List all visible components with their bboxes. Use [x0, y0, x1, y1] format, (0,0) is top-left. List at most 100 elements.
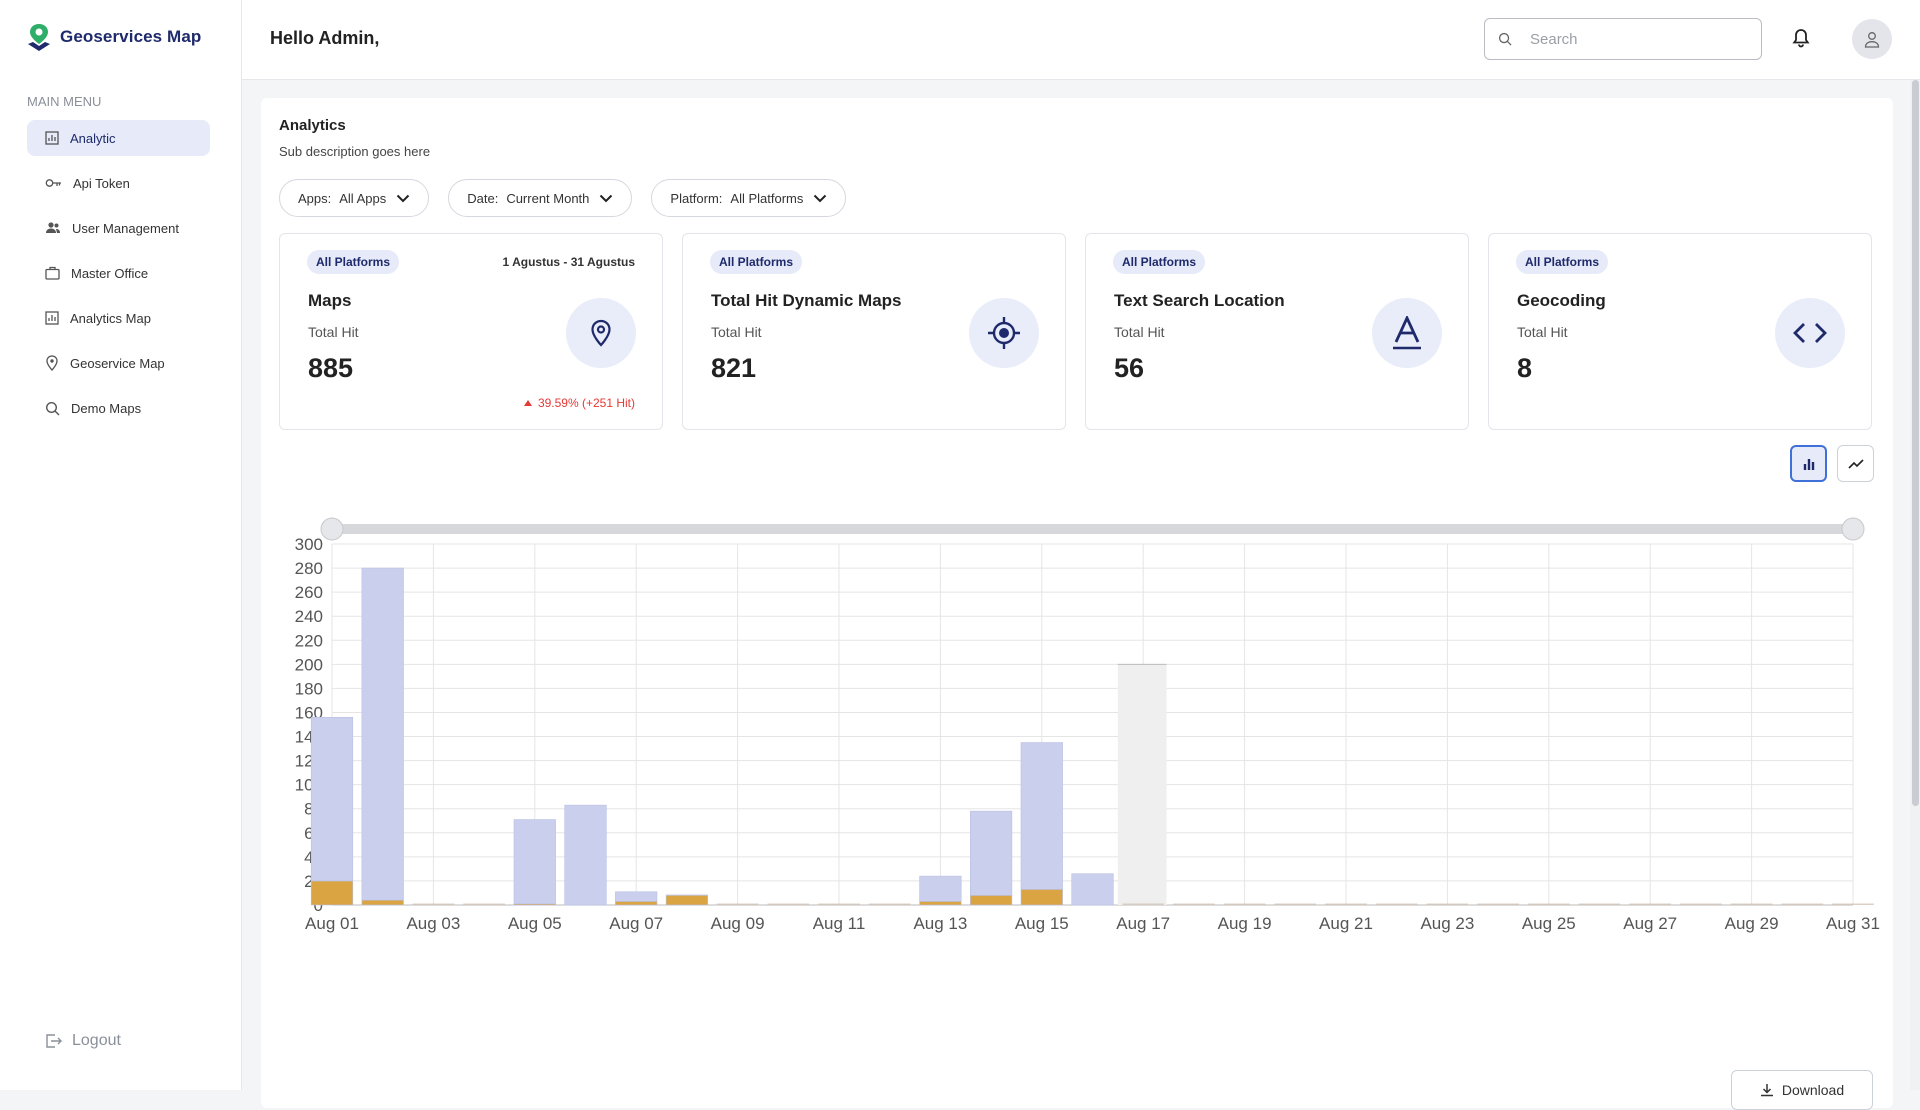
filter-bar: Apps: All Apps Date: Current Month Platf…	[279, 179, 847, 217]
users-icon	[46, 222, 60, 233]
bar	[919, 901, 962, 906]
bar	[361, 899, 404, 906]
chevron-down-icon	[814, 194, 827, 202]
bar	[1730, 903, 1773, 905]
download-button[interactable]: Download	[1731, 1070, 1873, 1110]
page-scrollbar-thumb[interactable]	[1912, 80, 1919, 806]
filter-label: Apps:	[298, 190, 332, 206]
stat-title: Geocoding	[1517, 291, 1606, 310]
platform-badge: All Platforms	[307, 250, 400, 274]
sidebar-item-label: Api Token	[73, 175, 130, 191]
zoom-slider-handle-start	[320, 517, 344, 541]
filter-value: All Apps	[339, 190, 387, 206]
stat-title: Total Hit Dynamic Maps	[711, 291, 902, 310]
sidebar: Geoservices Map MAIN MENU Analytic Api T…	[0, 0, 242, 1090]
top-header: Hello Admin,	[242, 0, 1920, 80]
bar	[970, 810, 1013, 896]
stat-icon-circle	[1372, 298, 1442, 368]
bar	[868, 903, 911, 905]
logo-icon	[28, 24, 50, 51]
greeting: Hello Admin,	[270, 28, 380, 48]
x-tick-label: Aug 03	[406, 914, 460, 933]
sidebar-item-analytic[interactable]: Analytic	[27, 120, 210, 156]
logout-button[interactable]: Logout	[44, 1032, 121, 1050]
x-tick-label: Aug 27	[1623, 914, 1677, 933]
bar	[1832, 903, 1874, 905]
bar	[361, 567, 404, 901]
section-subtitle: Sub description goes here	[279, 144, 431, 159]
x-tick-label: Aug 09	[711, 914, 765, 933]
stat-title: Text Search Location	[1114, 291, 1285, 310]
menu-heading: MAIN MENU	[27, 94, 102, 109]
sidebar-item-user-management[interactable]: User Management	[27, 210, 210, 246]
filter-label: Platform:	[670, 190, 723, 206]
platform-filter-dropdown[interactable]: Platform: All Platforms	[651, 179, 847, 217]
x-tick-label: Aug 31	[1826, 914, 1880, 933]
x-tick-label: Aug 17	[1116, 914, 1170, 933]
app-logo[interactable]: Geoservices Map	[26, 22, 201, 52]
zoom-slider-handle-end	[1841, 517, 1865, 541]
bar	[310, 880, 354, 906]
bar	[1528, 903, 1570, 905]
x-tick-label: Aug 19	[1218, 914, 1272, 933]
sidebar-item-master-office[interactable]: Master Office	[27, 255, 210, 291]
chart-icon	[45, 311, 59, 325]
search-box[interactable]	[1484, 18, 1762, 60]
stat-value: 885	[308, 353, 354, 383]
location-pin-icon	[46, 355, 58, 371]
stat-icon-circle	[969, 298, 1039, 368]
sidebar-item-label: Analytics Map	[70, 310, 151, 326]
sidebar-item-geoservice-map[interactable]: Geoservice Map	[27, 345, 210, 381]
apps-filter-dropdown[interactable]: Apps: All Apps	[279, 179, 430, 217]
x-tick-label: Aug 07	[609, 914, 663, 933]
bar-chart-toggle[interactable]	[1790, 445, 1827, 482]
y-tick-label: 200	[295, 655, 323, 674]
briefcase-icon	[45, 266, 60, 280]
analytics-card: Analytics Sub description goes here Apps…	[261, 98, 1893, 1110]
app-name: Geoservices Map	[60, 27, 202, 46]
section-title: Analytics	[279, 117, 346, 134]
location-pin-icon	[591, 319, 611, 347]
bar	[767, 903, 810, 905]
sidebar-item-api-token[interactable]: Api Token	[27, 165, 210, 201]
bar	[1020, 889, 1063, 906]
stat-icon-circle	[566, 298, 636, 368]
date-range: 1 Agustus - 31 Agustus	[502, 255, 635, 269]
code-icon	[1793, 323, 1827, 343]
chart-type-toggle	[1790, 445, 1874, 482]
sidebar-item-demo-maps[interactable]: Demo Maps	[27, 390, 210, 426]
bar	[513, 819, 556, 905]
sidebar-item-analytics-map[interactable]: Analytics Map	[27, 300, 210, 336]
y-tick-label: 240	[295, 607, 323, 626]
bar-chart-icon	[1803, 458, 1814, 470]
bar	[1426, 903, 1469, 905]
search-icon	[45, 401, 60, 415]
x-tick-label: Aug 05	[508, 914, 562, 933]
sidebar-item-label: Demo Maps	[71, 400, 142, 416]
notification-button[interactable]	[1792, 28, 1810, 53]
line-chart-toggle[interactable]	[1837, 445, 1874, 482]
filter-value: All Platforms	[730, 190, 804, 206]
sidebar-item-label: User Management	[72, 220, 179, 236]
bar	[1477, 903, 1519, 905]
user-avatar[interactable]	[1852, 19, 1892, 59]
x-tick-label: Aug 21	[1319, 914, 1373, 933]
search-input[interactable]	[1528, 29, 1732, 49]
user-icon	[1864, 31, 1880, 48]
bar	[1071, 873, 1114, 906]
x-tick-label: Aug 13	[913, 914, 967, 933]
bar	[818, 903, 860, 905]
y-tick-label: 180	[295, 679, 323, 698]
bar	[1122, 903, 1164, 905]
stat-card-maps: All Platforms 1 Agustus - 31 Agustus Map…	[279, 233, 663, 430]
platform-badge: All Platforms	[1516, 250, 1609, 274]
filter-label: Date:	[467, 190, 499, 206]
y-tick-label: 300	[295, 535, 323, 554]
date-filter-dropdown[interactable]: Date: Current Month	[448, 179, 633, 217]
stat-card-text-search: All Platforms Text Search Location Total…	[1085, 233, 1469, 430]
daily-hits-chart: 0204060801001201401601802002202402602803…	[295, 517, 1880, 933]
stat-label: Total Hit	[1114, 324, 1165, 340]
bar	[1680, 903, 1722, 905]
bar	[1274, 903, 1317, 905]
stat-value: 821	[711, 353, 757, 383]
